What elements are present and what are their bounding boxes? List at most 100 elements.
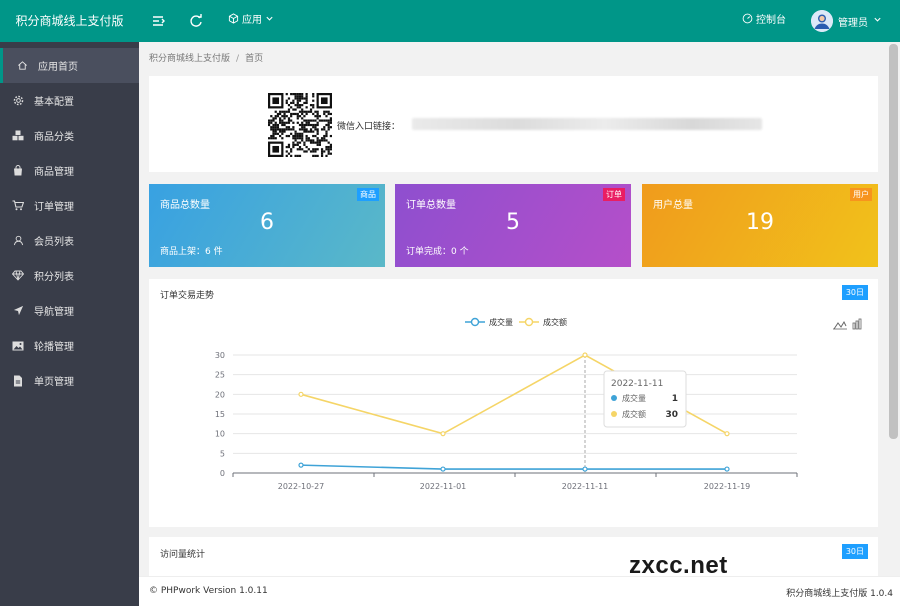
dashboard-icon — [742, 13, 753, 30]
sidebar: 应用首页 基本配置 商品分类 商品管理 订单管理 会员列表 积分列表 导航管理 … — [0, 42, 139, 606]
home-icon — [16, 60, 28, 72]
legend-marker — [470, 317, 480, 327]
top-bar: 积分商城线上支付版 应用 控制台 管理员 — [0, 0, 900, 42]
order-trend-chart[interactable]: 0 5 10 15 20 25 30 2022-10-27 2022-11-01 2022-11-… — [149, 279, 878, 527]
sidebar-item-label: 商品分类 — [34, 132, 74, 143]
wechat-entry-label: 微信入口链接： — [337, 122, 401, 132]
y-tick-label: 5 — [220, 449, 225, 458]
stat-value: 19 — [746, 210, 774, 235]
order-trend-card: 订单交易走势 30日 0 5 10 15 20 25 30 2022-10-27 2022-11… — [149, 279, 878, 527]
console-label: 控制台 — [756, 15, 786, 26]
stat-title: 商品总数量 — [160, 200, 210, 211]
sidebar-item-product-manage[interactable]: 商品管理 — [0, 153, 139, 188]
sidebar-item-order-manage[interactable]: 订单管理 — [0, 188, 139, 223]
image-icon — [12, 340, 24, 352]
footer: © PHPwork Version 1.0.11 积分商城线上支付版 1.0.4 — [139, 576, 900, 606]
watermark: zxcc.net — [629, 552, 728, 579]
sidebar-item-points-list[interactable]: 积分列表 — [0, 258, 139, 293]
wechat-entry-card: 微信入口链接： — [149, 76, 878, 172]
sidebar-item-home[interactable]: 应用首页 — [0, 48, 139, 83]
tooltip-value: 1 — [672, 394, 678, 404]
sidebar-item-label: 会员列表 — [34, 237, 74, 248]
sidebar-item-label: 积分列表 — [34, 272, 74, 283]
user-icon — [12, 235, 24, 247]
qr-code-image — [268, 93, 332, 157]
series-line-volume — [300, 464, 727, 470]
data-point — [582, 352, 588, 358]
sidebar-item-label: 导航管理 — [34, 307, 74, 318]
stat-value: 5 — [506, 210, 520, 235]
stat-subtext: 订单完成：0 个 — [406, 247, 469, 257]
sidebar-item-nav-manage[interactable]: 导航管理 — [0, 293, 139, 328]
sidebar-item-label: 商品管理 — [34, 167, 74, 178]
x-tick-label: 2022-11-19 — [704, 482, 751, 491]
tooltip-title: 2022-11-11 — [611, 379, 663, 389]
file-icon — [12, 375, 24, 387]
visit-stats-card: 访问量统计 30日 — [149, 537, 878, 577]
breadcrumb-current: 首页 — [245, 54, 264, 64]
breadcrumb-separator: / — [236, 54, 240, 64]
diamond-icon — [12, 270, 24, 282]
footer-product-version: 积分商城线上支付版 1.0.4 — [786, 589, 893, 599]
tooltip-marker — [611, 395, 617, 401]
avatar — [811, 10, 833, 32]
y-tick-label: 30 — [215, 351, 225, 360]
legend-marker — [524, 317, 534, 327]
sidebar-item-label: 单页管理 — [34, 377, 74, 388]
y-tick-label: 25 — [215, 371, 225, 380]
bar-chart-icon — [855, 320, 859, 330]
data-point — [298, 391, 304, 397]
scrollbar-thumb[interactable] — [889, 44, 898, 439]
data-point — [298, 462, 304, 468]
stat-badge: 商品 — [357, 188, 379, 201]
sidebar-item-member-list[interactable]: 会员列表 — [0, 223, 139, 258]
breadcrumb: 积分商城线上支付版 / 首页 — [149, 52, 263, 66]
sidebar-item-page-manage[interactable]: 单页管理 — [0, 363, 139, 398]
chevron-down-icon — [873, 15, 882, 27]
x-tick-label: 2022-10-27 — [278, 482, 325, 491]
app-logo-title[interactable]: 积分商城线上支付版 — [0, 0, 139, 42]
sidebar-item-label: 基本配置 — [34, 97, 74, 108]
sidebar-item-carousel-manage[interactable]: 轮播管理 — [0, 328, 139, 363]
gear-icon — [12, 95, 24, 107]
user-menu[interactable]: 管理员 — [811, 9, 882, 33]
sidebar-item-product-category[interactable]: 商品分类 — [0, 118, 139, 153]
footer-version: © PHPwork Version 1.0.11 — [149, 586, 268, 596]
card-title: 访问量统计 — [160, 550, 206, 560]
x-tick-label: 2022-11-01 — [420, 482, 467, 491]
bag-icon — [12, 165, 24, 177]
user-name: 管理员 — [838, 17, 868, 29]
breadcrumb-root[interactable]: 积分商城线上支付版 — [149, 54, 230, 64]
app-menu-dropdown[interactable]: 应用 — [228, 12, 274, 30]
stat-badge: 订单 — [603, 188, 625, 201]
menu-toggle-icon[interactable] — [150, 13, 166, 29]
wechat-entry-link-redacted[interactable] — [412, 118, 762, 130]
sidebar-item-label: 订单管理 — [34, 202, 74, 213]
bar-chart-icon — [852, 322, 856, 330]
data-point — [440, 431, 446, 437]
bar-chart-icon — [858, 318, 862, 330]
stat-badge: 用户 — [850, 188, 872, 201]
data-point — [440, 466, 446, 472]
navigation-icon — [12, 305, 24, 317]
cubes-icon — [12, 130, 24, 142]
tooltip-value: 30 — [665, 410, 678, 420]
tooltip-series-name: 成交量 — [622, 393, 646, 403]
sidebar-item-basic-config[interactable]: 基本配置 — [0, 83, 139, 118]
stat-subtext: 商品上架：6 件 — [160, 247, 223, 257]
range-badge[interactable]: 30日 — [841, 544, 868, 559]
chevron-down-icon — [265, 13, 274, 29]
stat-value: 6 — [260, 210, 274, 235]
stat-card-users: 用户总量 用户 19 — [642, 184, 878, 267]
data-point — [724, 466, 730, 472]
cube-icon — [228, 12, 239, 30]
tooltip-marker — [611, 411, 617, 417]
legend-label: 成交额 — [543, 317, 567, 327]
console-link[interactable]: 控制台 — [742, 13, 786, 29]
refresh-icon[interactable] — [188, 13, 204, 29]
x-tick-label: 2022-11-11 — [562, 482, 609, 491]
y-tick-label: 20 — [215, 390, 225, 399]
tooltip-series-name: 成交额 — [622, 409, 646, 419]
y-tick-label: 10 — [215, 430, 225, 439]
app-menu-label: 应用 — [242, 15, 262, 26]
